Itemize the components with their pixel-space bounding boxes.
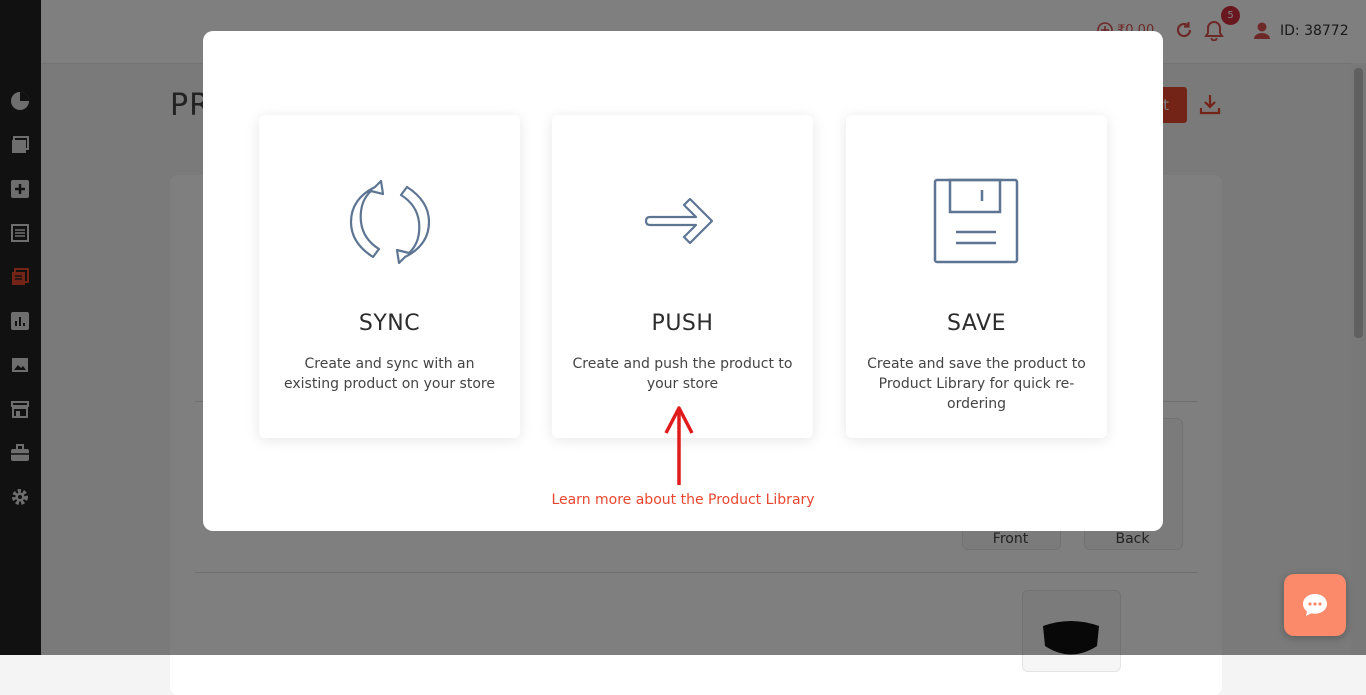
save-description: Create and save the product to Product L…: [867, 356, 1086, 412]
chat-button[interactable]: [1284, 574, 1346, 636]
save-title: SAVE: [947, 311, 1006, 336]
arrow-right-icon: [552, 177, 813, 267]
save-option-card[interactable]: SAVE Create and save the product to Prod…: [846, 115, 1107, 438]
chat-icon: [1303, 594, 1327, 616]
push-option-card[interactable]: PUSH Create and push the product to your…: [552, 115, 813, 438]
floppy-disk-icon: [846, 177, 1107, 267]
sync-description: Create and sync with an existing product…: [284, 356, 495, 392]
sync-option-card[interactable]: SYNC Create and sync with an existing pr…: [259, 115, 520, 438]
sync-title: SYNC: [358, 311, 421, 336]
push-title: PUSH: [651, 311, 714, 336]
pointer-arrow-icon: [663, 403, 695, 491]
sync-icon: [259, 177, 520, 267]
learn-more-link[interactable]: Learn more about the Product Library: [203, 492, 1163, 508]
push-description: Create and push the product to your stor…: [572, 356, 793, 392]
